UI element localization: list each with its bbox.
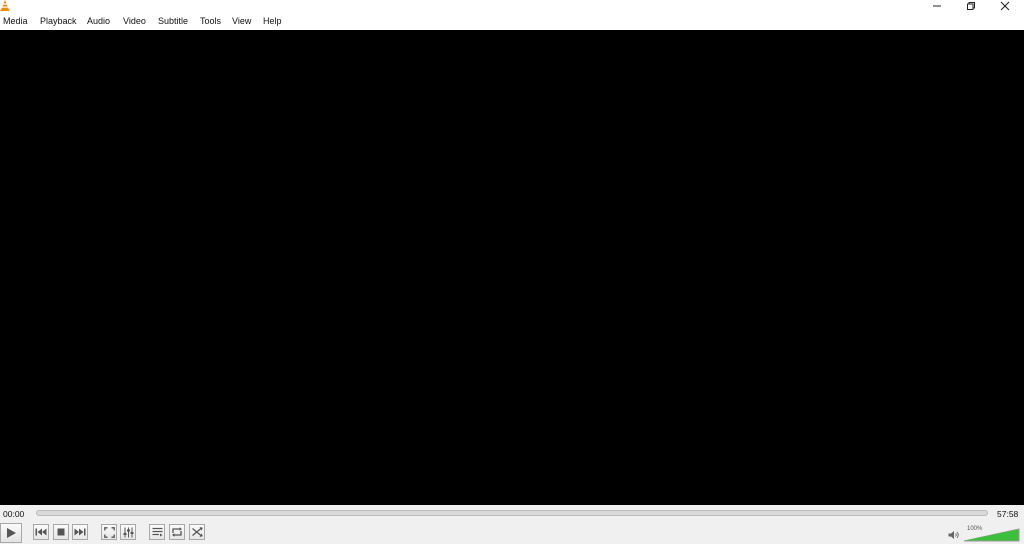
extended-settings-icon	[123, 527, 133, 537]
fullscreen-icon	[103, 526, 115, 538]
menu-playback[interactable]: Playback	[40, 16, 77, 27]
loop-button[interactable]	[169, 524, 185, 540]
extended-settings-button[interactable]	[120, 524, 136, 540]
previous-icon	[35, 528, 47, 536]
previous-button[interactable]	[33, 524, 49, 540]
next-icon	[74, 528, 86, 536]
shuffle-button[interactable]	[189, 524, 205, 540]
shuffle-icon	[191, 527, 203, 537]
menu-bar: Media Playback Audio Video Subtitle Tool…	[0, 13, 1024, 30]
minimize-button[interactable]	[920, 0, 954, 12]
total-time[interactable]: 57:58	[997, 509, 1018, 519]
menu-help[interactable]: Help	[263, 16, 282, 27]
close-icon	[1000, 1, 1010, 11]
playlist-icon	[152, 527, 162, 537]
menu-media[interactable]: Media	[3, 16, 28, 27]
menu-audio[interactable]: Audio	[87, 16, 110, 27]
restore-button[interactable]	[954, 0, 988, 12]
elapsed-time[interactable]: 00:00	[3, 509, 24, 519]
vlc-cone-icon	[0, 0, 10, 11]
minimize-icon	[933, 5, 941, 7]
menu-tools[interactable]: Tools	[200, 16, 221, 27]
playlist-button[interactable]	[149, 524, 165, 540]
video-display[interactable]	[0, 30, 1024, 505]
fullscreen-button[interactable]	[101, 524, 117, 540]
menu-video[interactable]: Video	[123, 16, 146, 27]
loop-icon	[172, 527, 182, 537]
play-icon	[7, 528, 16, 538]
speaker-icon[interactable]	[948, 530, 960, 540]
seek-slider[interactable]	[36, 510, 988, 516]
volume-slider[interactable]	[964, 527, 1020, 542]
next-button[interactable]	[72, 524, 88, 540]
close-button[interactable]	[988, 0, 1022, 12]
play-button[interactable]	[0, 523, 22, 543]
controls-bar: 00:00 57:58	[0, 505, 1024, 544]
menu-subtitle[interactable]: Subtitle	[158, 16, 188, 27]
restore-icon	[967, 2, 975, 10]
menu-view[interactable]: View	[232, 16, 251, 27]
stop-button[interactable]	[53, 524, 69, 540]
stop-icon	[57, 528, 65, 536]
title-bar	[0, 0, 1024, 13]
